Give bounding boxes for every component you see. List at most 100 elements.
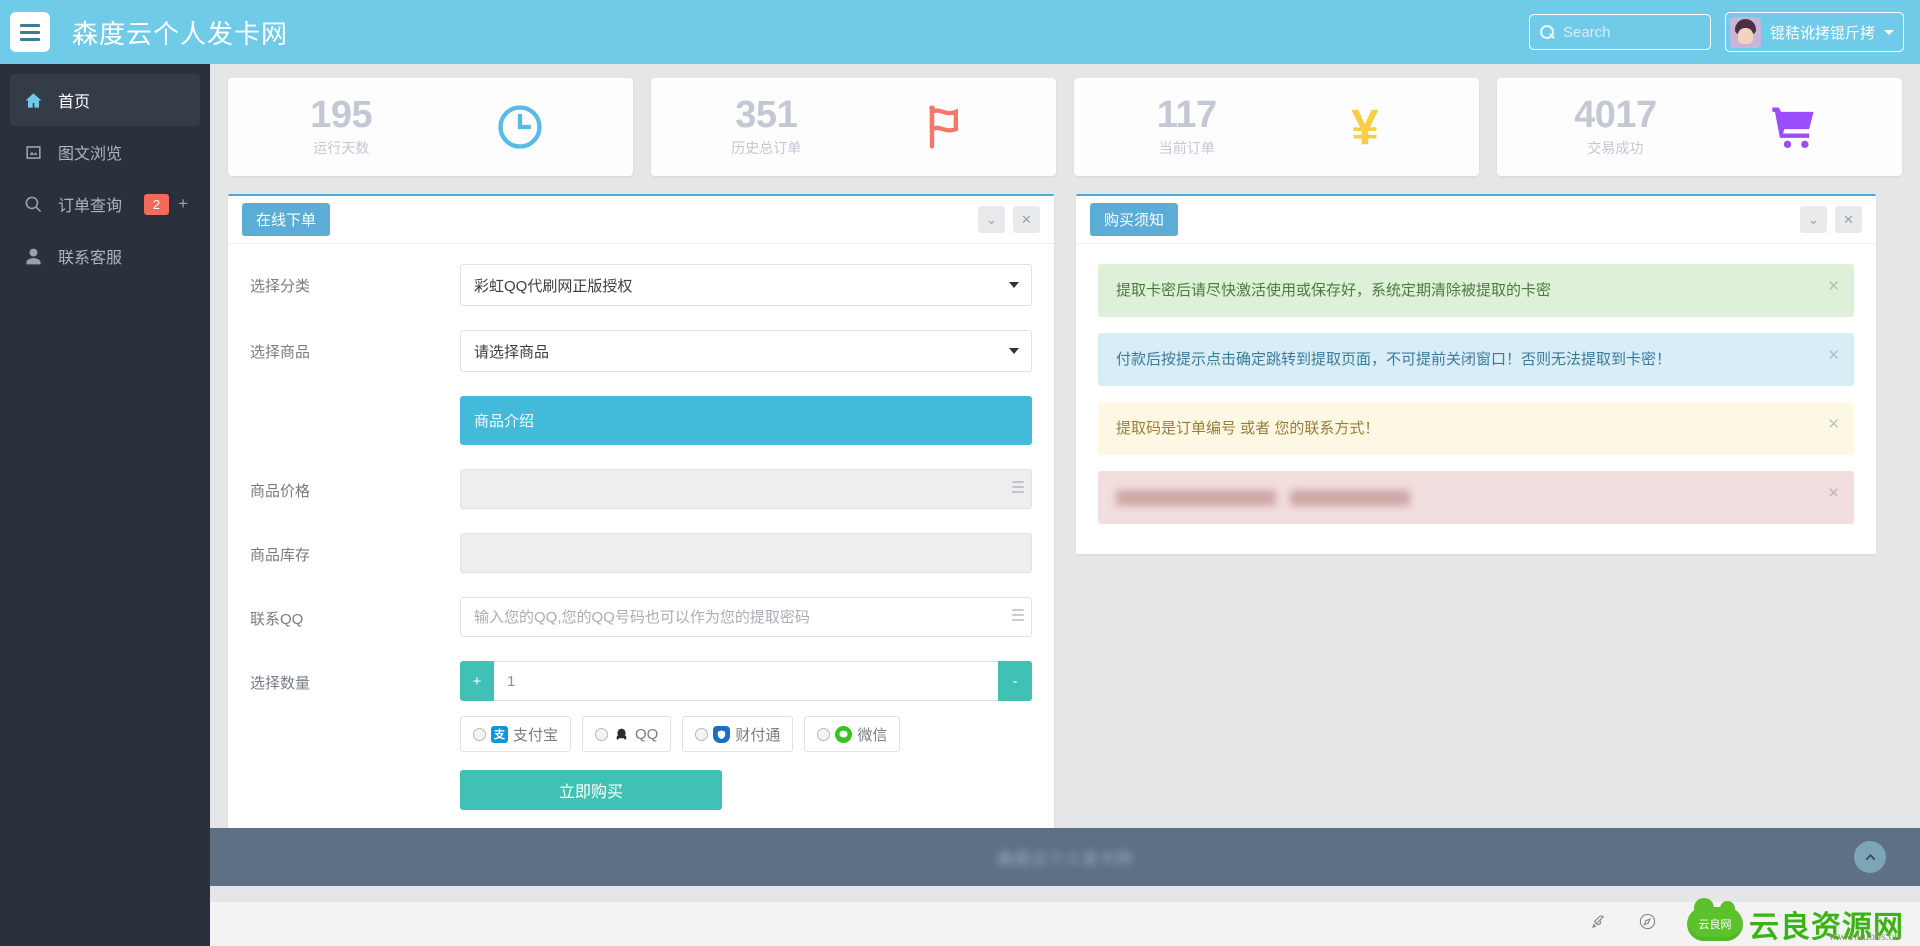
radio-icon[interactable] [595,727,609,741]
notice-panel: 购买须知 ⌄ ✕ 提取卡密后请尽快激活使用或保存好，系统定期清除被提取的卡密 ✕… [1076,194,1876,554]
user-icon [22,247,44,266]
compass-icon[interactable] [1638,912,1657,937]
sidebar: 首页 图文浏览 订单查询 2 + 联系客服 [0,64,210,946]
payment-option-wechat[interactable]: 微信 [804,716,901,752]
form-row-stock: 商品库存 [250,533,1032,573]
panels-row: 在线下单 ⌄ ✕ 选择分类 彩虹QQ代刷网正版授权 选择商品 请选择商品 商品介… [210,176,1920,878]
user-name: 锟秸讹拷锟斤拷 [1769,24,1875,42]
chevron-down-icon [1009,282,1019,288]
alert-danger: ✕ [1098,471,1854,524]
form-row-price: 商品价格 [250,469,1032,509]
notice-list: 提取卡密后请尽快激活使用或保存好，系统定期清除被提取的卡密 ✕ 付款后按提示点击… [1076,244,1876,554]
qq-input[interactable] [460,597,1032,637]
intro-label-spacer [250,396,460,407]
close-icon[interactable]: ✕ [1827,348,1840,363]
user-menu[interactable]: 锟秸讹拷锟斤拷 [1724,12,1904,52]
notice-panel-tag: 购买须知 [1090,203,1179,236]
close-icon[interactable]: ✕ [1835,206,1862,233]
watermark-url: www.kubbs.cn [1828,929,1900,943]
quantity-label: 选择数量 [250,675,311,692]
product-label: 选择商品 [250,344,311,361]
stock-input[interactable] [460,533,1032,573]
stat-card-success-trades: 4017 交易成功 [1497,78,1902,176]
sidebar-item-label: 订单查询 [58,198,123,215]
chevron-down-icon [1009,348,1019,354]
stat-value: 195 [310,93,373,136]
chevron-down-icon[interactable]: ⌄ [1800,206,1827,233]
resize-grip-icon [1012,609,1024,624]
alert-warning: 提取码是订单编号 或者 您的联系方式！ ✕ [1098,402,1854,455]
qq-icon [613,725,631,743]
sidebar-item-gallery[interactable]: 图文浏览 [10,126,200,178]
alert-text: 付款后按提示点击确定跳转到提取页面，不可提前关闭窗口！否则无法提取到卡密！ [1116,351,1672,368]
stat-label: 交易成功 [1587,140,1644,157]
chevron-down-icon[interactable]: ⌄ [978,206,1005,233]
price-label: 商品价格 [250,483,311,500]
order-form: 选择分类 彩虹QQ代刷网正版授权 选择商品 请选择商品 商品介绍 商品价格 商品… [228,244,1054,860]
form-row-intro: 商品介绍 [250,396,1032,445]
stat-value: 117 [1156,93,1217,136]
quantity-input[interactable] [494,661,998,701]
radio-icon[interactable] [473,727,486,741]
hamburger-icon[interactable] [10,12,50,52]
search-icon [22,195,44,214]
payment-option-qq[interactable]: QQ [582,716,672,752]
chevron-up-icon[interactable] [1854,841,1886,873]
close-icon[interactable]: ✕ [1827,417,1840,432]
footer-text: 森度云个人发卡网 [996,851,1133,868]
quantity-increase-button[interactable]: + [460,661,494,701]
alert-success: 提取卡密后请尽快激活使用或保存好，系统定期清除被提取的卡密 ✕ [1098,264,1854,317]
wechat-icon [835,725,853,743]
alert-text: 提取码是订单编号 或者 您的联系方式！ [1116,420,1380,437]
payment-option-tenpay[interactable]: 财付通 [682,716,794,752]
qq-label: 联系QQ [250,611,304,628]
sidebar-item-label: 图文浏览 [58,146,123,163]
watermark-logo-text: 云良网 [1698,919,1732,931]
form-row-category: 选择分类 彩虹QQ代刷网正版授权 [250,264,1032,306]
price-input[interactable] [460,469,1032,509]
product-select[interactable]: 请选择商品 [460,330,1032,372]
plus-icon[interactable]: + [178,194,188,214]
product-intro-box: 商品介绍 [460,396,1032,445]
payment-option-alipay[interactable]: 支 支付宝 [460,716,572,752]
resize-grip-icon [1012,481,1024,496]
svg-text:¥: ¥ [1351,101,1379,153]
search-box[interactable] [1528,14,1711,50]
sidebar-item-home[interactable]: 首页 [10,74,200,126]
footer: 森度云个人发卡网 [210,828,1920,886]
form-row-qq: 联系QQ [250,597,1032,637]
form-row-quantity: 选择数量 + - 支 支付宝 [250,661,1032,810]
payment-label: 微信 [857,726,888,744]
payment-label: QQ [635,725,659,743]
category-select[interactable]: 彩虹QQ代刷网正版授权 [460,264,1032,306]
sidebar-item-contact[interactable]: 联系客服 [10,230,200,282]
order-panel-header: 在线下单 ⌄ ✕ [228,196,1054,244]
close-icon[interactable]: ✕ [1827,279,1840,294]
rocket-icon[interactable] [1589,912,1608,937]
home-icon [22,91,44,110]
sidebar-item-label: 联系客服 [58,250,123,267]
stock-label: 商品库存 [250,547,311,564]
alert-text: 提取卡密后请尽快激活使用或保存好，系统定期清除被提取的卡密 [1116,282,1552,299]
radio-icon[interactable] [695,727,709,741]
order-panel-tag: 在线下单 [242,203,331,236]
close-icon[interactable]: ✕ [1013,206,1040,233]
radio-icon[interactable] [817,727,831,741]
payment-label: 支付宝 [513,726,559,744]
cloud-logo-icon: 云良网 [1687,898,1743,941]
status-badge: 2 [143,193,170,215]
close-icon[interactable]: ✕ [1827,486,1840,501]
buy-now-button[interactable]: 立即购买 [460,770,722,810]
top-bar: 森度云个人发卡网 锟秸讹拷锟斤拷 [0,0,1920,64]
stats-row: 195 运行天数 351 历史总订单 117 当前订单 ¥ 4017 交易成功 [210,64,1920,176]
stat-label: 历史总订单 [731,140,802,157]
sidebar-item-label: 首页 [58,94,91,111]
order-panel: 在线下单 ⌄ ✕ 选择分类 彩虹QQ代刷网正版授权 选择商品 请选择商品 商品介… [228,194,1054,860]
payment-method-group: 支 支付宝 QQ 财付通 微信 [460,716,1032,752]
quantity-decrease-button[interactable]: - [998,661,1032,701]
stat-label: 运行天数 [313,140,370,157]
chevron-down-icon [1884,29,1894,35]
sidebar-item-order-query[interactable]: 订单查询 2 + [10,178,200,230]
search-input[interactable] [1562,23,1693,41]
alipay-icon: 支 [491,725,508,743]
